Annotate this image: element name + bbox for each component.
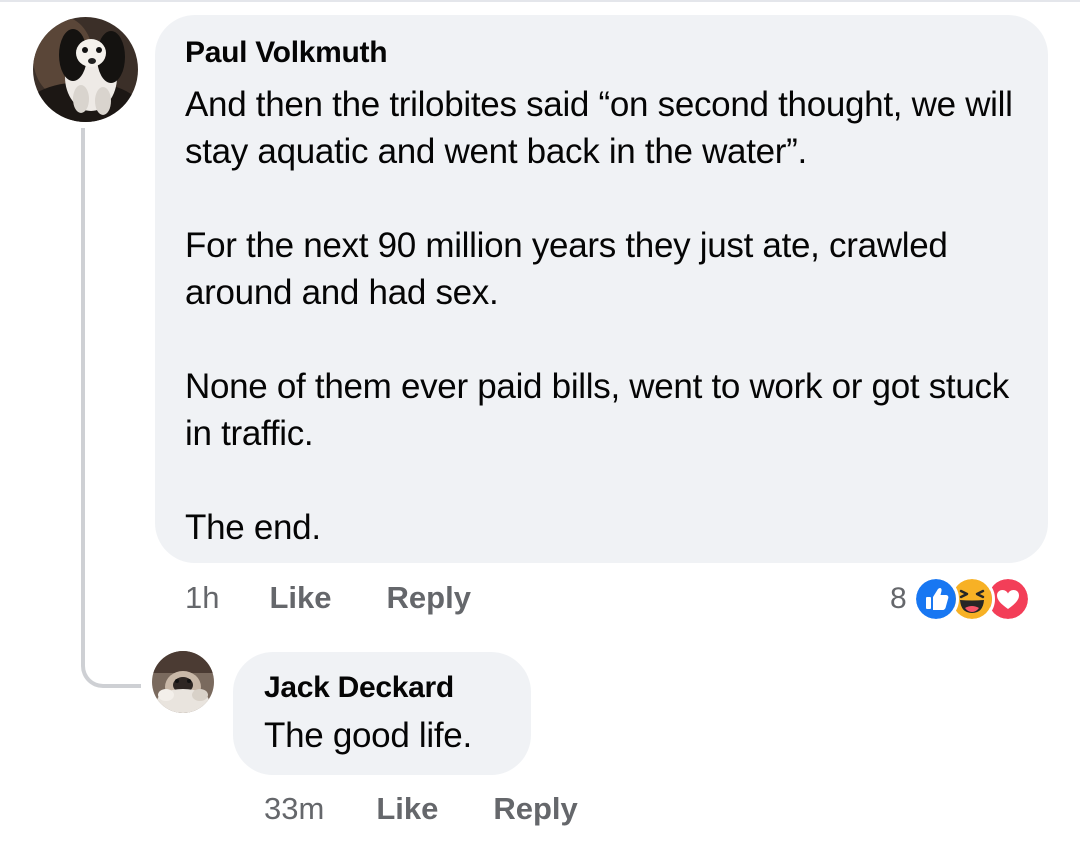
comment-timestamp[interactable]: 1h	[185, 580, 219, 616]
reply-actions: 33m Like Reply	[264, 791, 578, 827]
comment-text: And then the trilobites said “on second …	[185, 81, 1018, 551]
reactions-summary[interactable]: 8	[890, 576, 1031, 622]
reply-timestamp[interactable]: 33m	[264, 791, 324, 827]
dog-avatar-image	[33, 17, 138, 122]
like-button[interactable]: Like	[376, 791, 438, 827]
reply-bubble: Jack Deckard The good life.	[233, 652, 531, 775]
comment-actions: 1h Like Reply	[185, 580, 471, 616]
thread-connector	[81, 640, 141, 688]
avatar[interactable]	[33, 17, 138, 122]
reply-text: The good life.	[264, 716, 472, 755]
reply-button[interactable]: Reply	[493, 791, 577, 827]
user-avatar-image	[152, 651, 214, 713]
reply-button[interactable]: Reply	[387, 580, 471, 616]
reply-author[interactable]: Jack Deckard	[264, 670, 501, 706]
comment-author[interactable]: Paul Volkmuth	[185, 35, 1018, 71]
like-button[interactable]: Like	[269, 580, 331, 616]
reaction-icons	[912, 576, 1031, 622]
top-divider	[0, 0, 1080, 2]
thread-line	[81, 128, 85, 662]
avatar[interactable]	[152, 651, 214, 713]
reaction-count: 8	[890, 582, 907, 615]
comment-paragraph: For the next 90 million years they just …	[185, 226, 948, 312]
comment-paragraph: The end.	[185, 508, 321, 547]
comment-paragraph: And then the trilobites said “on second …	[185, 85, 1013, 171]
like-icon	[912, 576, 959, 622]
comment-bubble: Paul Volkmuth And then the trilobites sa…	[155, 15, 1048, 563]
comment-paragraph: None of them ever paid bills, went to wo…	[185, 367, 1009, 453]
